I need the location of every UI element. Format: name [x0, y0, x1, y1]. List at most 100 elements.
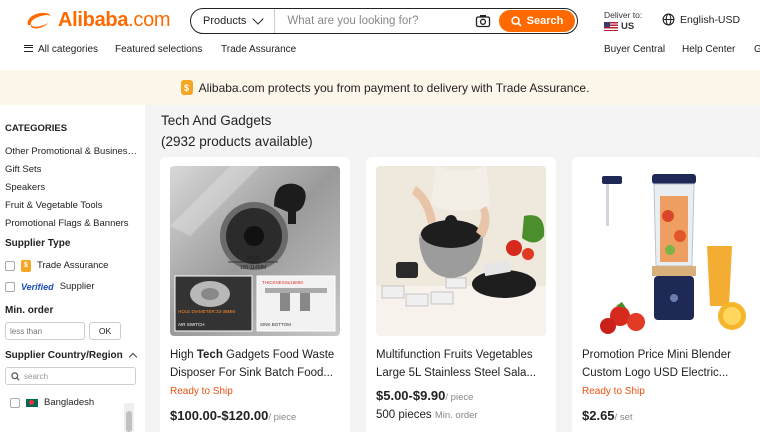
buyer-central-link[interactable]: Buyer Central	[604, 44, 665, 55]
chevron-up-icon	[128, 352, 138, 362]
logo-name: Alibaba	[58, 8, 129, 31]
product-price: $100.00-$120.00/ piece	[170, 408, 340, 423]
product-title-rest: Promotion Price Mini Blender Custom Logo…	[582, 349, 731, 379]
ready-to-ship-label: Ready to Ship	[170, 386, 233, 397]
trade-assurance-filter[interactable]: $ Trade Assurance	[5, 255, 145, 276]
category-item[interactable]: Speakers	[5, 182, 138, 200]
search-category-label: Products	[203, 15, 247, 27]
food-waste-disposer-image: 90MM 100-114MM HOLE DIAMETER:33-38MM AIR…	[170, 166, 340, 336]
bangladesh-flag-icon	[26, 398, 38, 407]
price-value: $2.65	[582, 408, 615, 423]
category-item[interactable]: Gift Sets	[5, 164, 138, 182]
deliver-country: US	[604, 21, 642, 32]
overflow-nav-link[interactable]: G	[754, 44, 760, 55]
ready-to-ship-label: Ready to Ship	[582, 386, 645, 397]
min-order-input[interactable]	[5, 322, 85, 340]
all-categories-label: All categories	[38, 44, 99, 55]
sub-navigation: All categories Featured selections Trade…	[0, 44, 760, 60]
region-title: Supplier Country/Region	[5, 350, 123, 361]
search-button[interactable]: Search	[499, 10, 575, 32]
trade-assurance-banner: $ Alibaba.com protects you from payment …	[0, 70, 760, 105]
region-search-input[interactable]: search	[5, 367, 136, 385]
search-category-dropdown[interactable]: Products	[191, 9, 276, 33]
chevron-down-icon	[252, 13, 265, 25]
verified-supplier-filter[interactable]: Verified Supplier	[5, 276, 145, 297]
price-value: $100.00-$120.00	[170, 408, 269, 423]
product-results: Tech And Gadgets (2932 products availabl…	[145, 105, 760, 432]
moq-value: 500 pieces	[376, 409, 432, 421]
trade-assurance-checkbox[interactable]	[5, 260, 15, 271]
menu-icon	[24, 44, 33, 52]
camera-icon[interactable]	[475, 13, 491, 29]
min-order-ok-button[interactable]: OK	[89, 322, 121, 340]
region-label: Bangladesh	[44, 397, 95, 408]
help-center-link[interactable]: Help Center	[682, 44, 735, 55]
dimension-label-bottom: 100-114MM	[240, 265, 266, 271]
product-card[interactable]: 90MM 100-114MM HOLE DIAMETER:33-38MM AIR…	[160, 157, 350, 432]
top-header: Alibaba.com Products Search Deliver to: …	[0, 0, 760, 70]
category-item[interactable]: Promotional Flags & Banners	[5, 218, 138, 236]
product-title[interactable]: Multifunction Fruits Vegetables Large 5L…	[376, 346, 546, 382]
dimension-label-top: 90MM	[246, 256, 260, 262]
trade-assurance-icon: $	[180, 80, 193, 95]
alibaba-logo[interactable]: Alibaba.com	[24, 8, 171, 32]
sink-bottom-caption: SINK BOTTOM	[260, 322, 291, 327]
region-list-scrollbar[interactable]	[124, 403, 134, 432]
deliver-to[interactable]: Deliver to: US	[604, 10, 642, 32]
thickness-label: THICKNESS≤15MM	[262, 280, 303, 285]
min-order-row: OK	[5, 322, 145, 340]
price-unit: / piece	[268, 412, 297, 423]
product-price: $2.65/ set	[582, 408, 752, 423]
alibaba-logo-icon	[27, 12, 51, 29]
product-image[interactable]	[582, 166, 752, 336]
moq-label: Min. order	[434, 410, 478, 421]
product-image[interactable]	[376, 166, 546, 336]
min-order-quantity: 500 pieces Min. order	[376, 409, 546, 421]
trade-assurance-filter-label: Trade Assurance	[37, 260, 109, 271]
mini-blender-image	[582, 166, 752, 336]
product-price: $5.00-$9.90/ piece	[376, 388, 546, 403]
logo-text: Alibaba.com	[58, 8, 171, 32]
category-item[interactable]: Fruit & Vegetable Tools	[5, 200, 138, 218]
region-search-placeholder: search	[24, 371, 49, 381]
featured-selections-link[interactable]: Featured selections	[115, 44, 202, 55]
deliver-country-code: US	[621, 21, 635, 32]
all-categories-link[interactable]: All categories	[24, 44, 98, 55]
price-unit: / set	[614, 412, 633, 423]
language-label: English-USD	[680, 13, 741, 26]
trade-assurance-link[interactable]: Trade Assurance	[221, 44, 296, 55]
min-order-title: Min. order	[5, 305, 54, 316]
price-value: $5.00-$9.90	[376, 388, 446, 403]
product-title-rest: Multifunction Fruits Vegetables Large 5L…	[376, 349, 537, 379]
verified-supplier-checkbox[interactable]	[5, 281, 15, 292]
logo-suffix: .com	[128, 8, 171, 31]
product-title-highlight: Tech	[196, 349, 223, 361]
supplier-type-title: Supplier Type	[5, 238, 71, 249]
product-title[interactable]: Promotion Price Mini Blender Custom Logo…	[582, 346, 752, 382]
product-title-prefix: High	[170, 349, 197, 361]
deliver-label: Deliver to:	[604, 10, 643, 20]
product-card[interactable]: Promotion Price Mini Blender Custom Logo…	[572, 157, 760, 432]
language-selector[interactable]: English-USD	[662, 13, 740, 26]
verified-supplier-label: Supplier	[59, 281, 95, 292]
air-switch-caption: AIR SWITCH	[178, 322, 205, 327]
product-title[interactable]: High Tech Gadgets Food Waste Disposer Fo…	[170, 346, 340, 382]
us-flag-icon	[604, 22, 618, 31]
product-image[interactable]: 90MM 100-114MM HOLE DIAMETER:33-38MM AIR…	[170, 166, 340, 336]
category-item[interactable]: Other Promotional & Business Gifts	[5, 146, 138, 164]
banner-text: Alibaba.com protects you from payment to…	[198, 80, 590, 95]
price-unit: / piece	[445, 392, 474, 403]
search-icon	[11, 371, 20, 381]
region-header[interactable]: Supplier Country/Region	[5, 350, 140, 362]
globe-icon	[662, 13, 675, 26]
product-card[interactable]: Multifunction Fruits Vegetables Large 5L…	[366, 157, 556, 432]
region-checkbox[interactable]	[10, 397, 20, 408]
filter-sidebar: CATEGORIES Other Promotional & Business …	[0, 105, 145, 432]
hole-diameter-label: HOLE DIAMETER:33-38MM	[178, 309, 235, 314]
trade-assurance-badge-icon: $	[21, 259, 31, 272]
verified-badge: Verified	[21, 281, 54, 292]
search-icon	[510, 15, 522, 27]
search-bar: Products Search	[190, 8, 578, 34]
search-button-label: Search	[526, 15, 564, 27]
search-input[interactable]	[275, 15, 475, 27]
